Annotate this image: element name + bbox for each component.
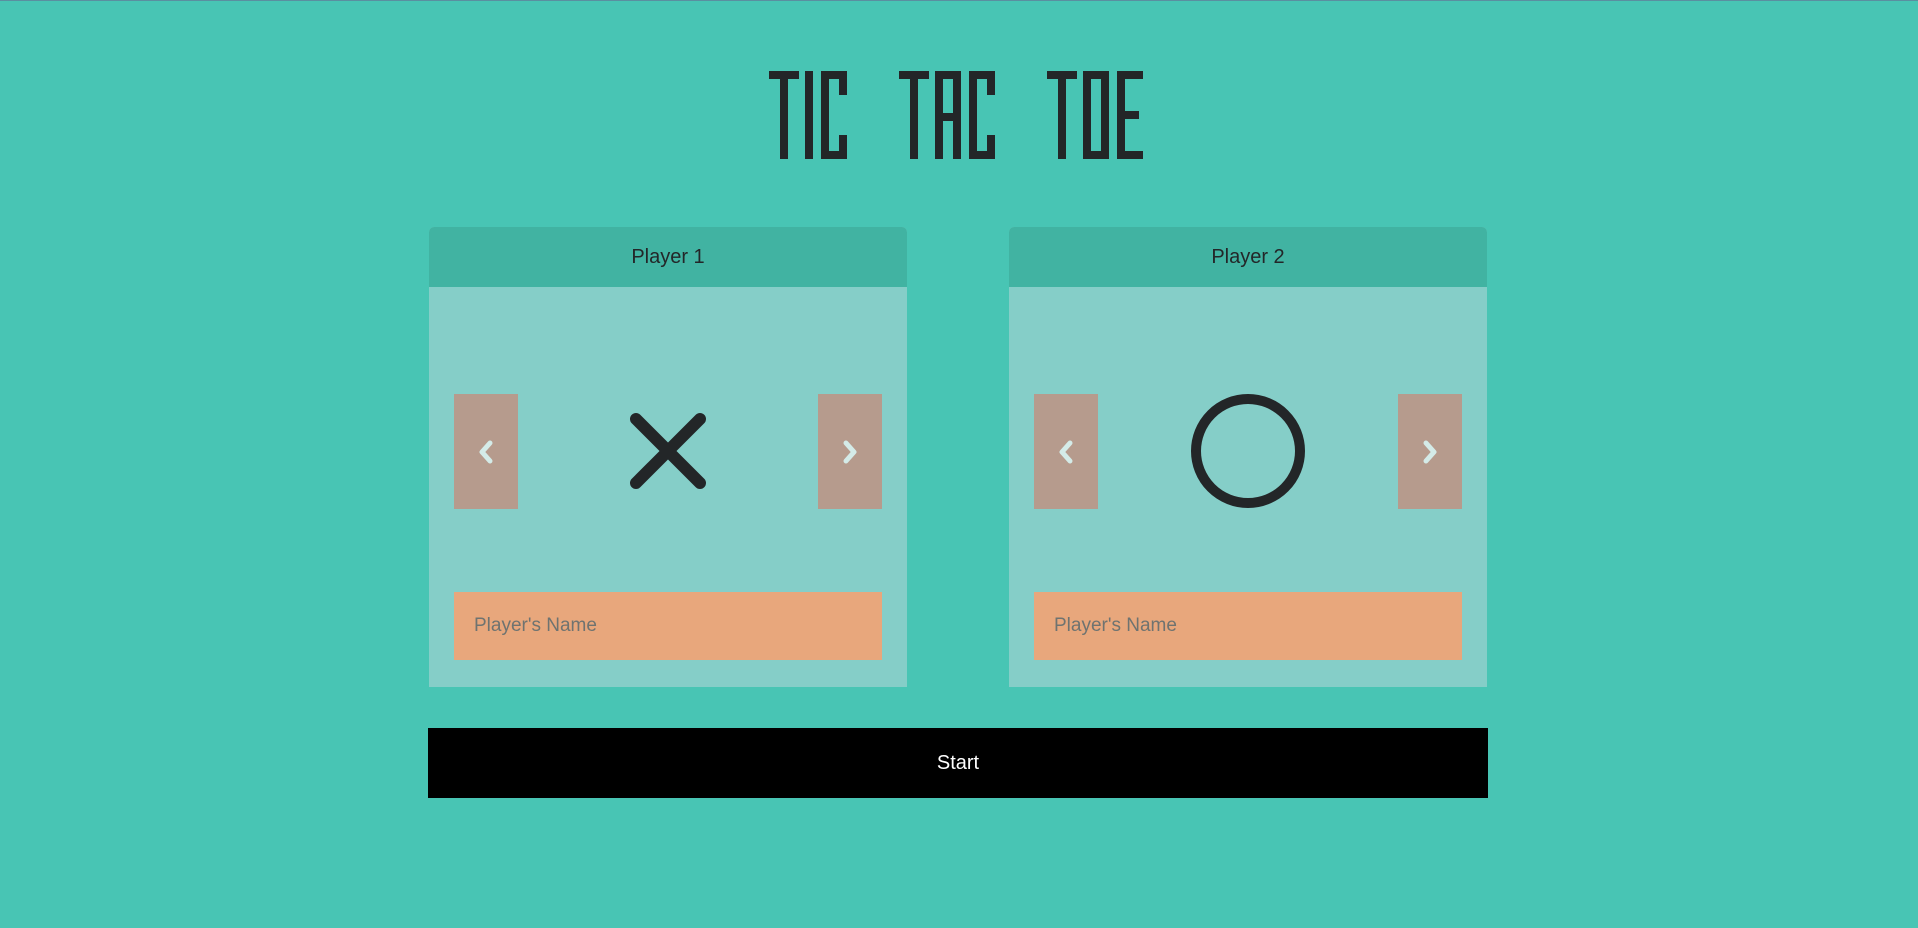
chevron-right-icon [843,440,857,463]
game-setup-screen: Player 1 Player 2 [0,0,1918,928]
chevron-left-icon [479,440,493,463]
player-1-card: Player 1 [429,227,907,687]
player-2-name-input[interactable] [1034,592,1462,660]
page-title [0,63,1918,159]
player-1-name-input[interactable] [454,592,882,660]
player-2-prev-symbol-button[interactable] [1034,394,1098,509]
player-1-symbol [608,391,728,511]
player-1-prev-symbol-button[interactable] [454,394,518,509]
player-1-header: Player 1 [429,227,907,287]
x-icon [630,413,706,489]
player-1-next-symbol-button[interactable] [818,394,882,509]
player-2-next-symbol-button[interactable] [1398,394,1462,509]
chevron-left-icon [1059,440,1073,463]
player-2-header: Player 2 [1009,227,1487,287]
o-icon [1191,394,1305,508]
start-button[interactable]: Start [428,728,1488,798]
player-2-symbol [1188,391,1308,511]
chevron-right-icon [1423,440,1437,463]
title-logo [769,71,1143,159]
player-2-card: Player 2 [1009,227,1487,687]
